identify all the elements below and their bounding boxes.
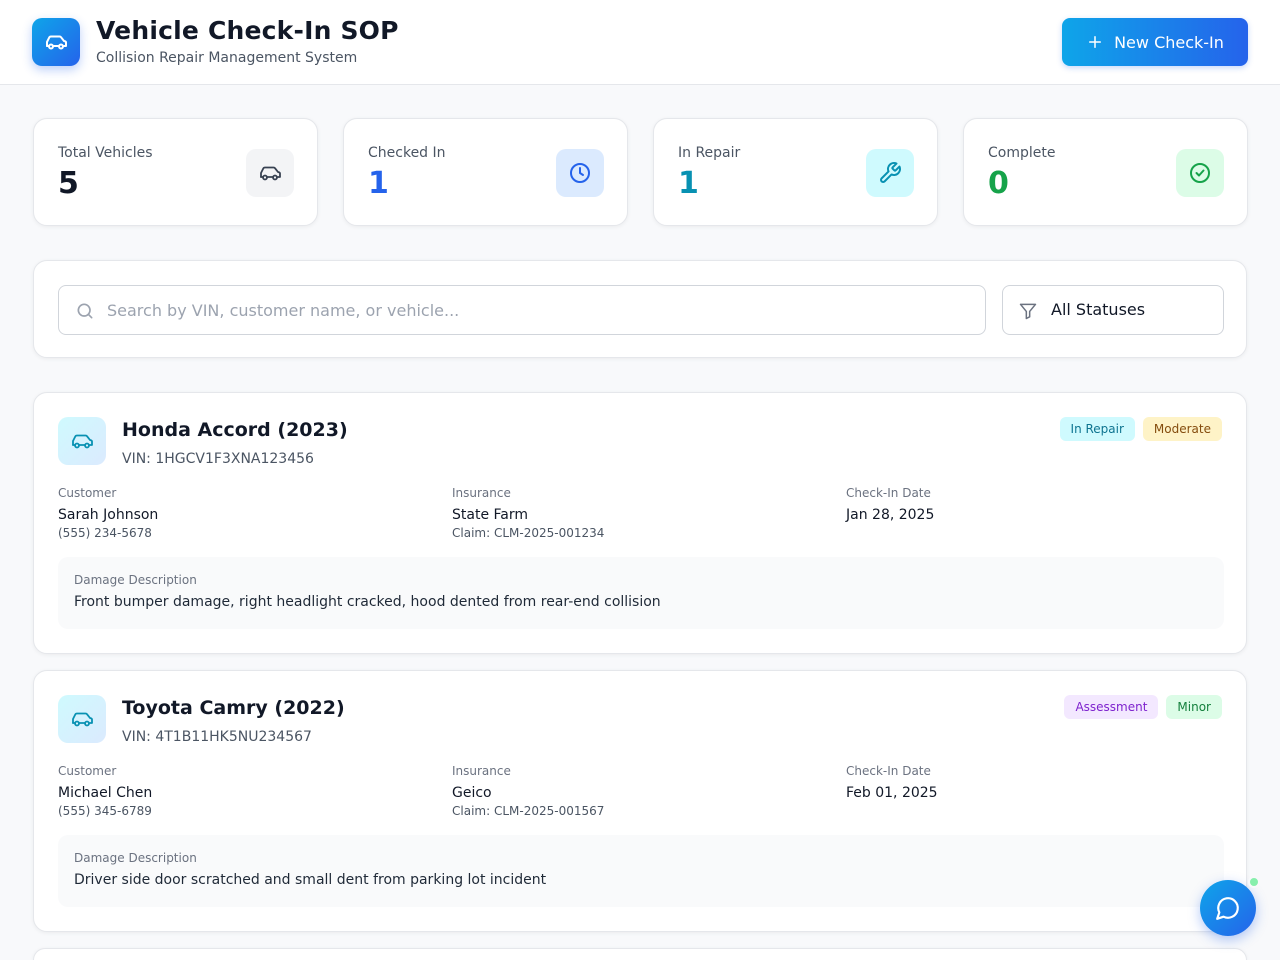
checkin-date-label: Check-In Date bbox=[846, 764, 931, 778]
car-icon bbox=[58, 417, 106, 465]
stat-label: In Repair bbox=[678, 145, 741, 161]
search-input[interactable] bbox=[107, 286, 967, 334]
severity-badge: Minor bbox=[1166, 695, 1222, 719]
checkin-date: Feb 01, 2025 bbox=[846, 785, 938, 801]
search-icon bbox=[77, 303, 93, 319]
vehicle-vin: VIN: 4T1B11HK5NU234567 bbox=[122, 729, 312, 745]
damage-description-box: Damage Description Driver side door scra… bbox=[58, 835, 1224, 907]
chat-button[interactable] bbox=[1200, 880, 1256, 936]
status-filter-select[interactable]: All Statuses bbox=[1002, 285, 1224, 335]
car-icon bbox=[246, 149, 294, 197]
search-panel: All Statuses bbox=[33, 260, 1247, 358]
checkin-date: Jan 28, 2025 bbox=[846, 507, 935, 523]
badge-group: In Repair Moderate bbox=[1059, 417, 1222, 441]
filter-icon bbox=[1019, 303, 1037, 320]
customer-name: Sarah Johnson bbox=[58, 507, 159, 523]
new-check-in-button[interactable]: New Check-In bbox=[1062, 18, 1248, 66]
check-circle-icon bbox=[1176, 149, 1224, 197]
claim-number: Claim: CLM-2025-001234 bbox=[452, 526, 605, 540]
chat-bubble-icon bbox=[1216, 897, 1239, 920]
checkin-date-label: Check-In Date bbox=[846, 486, 931, 500]
insurer-name: State Farm bbox=[452, 507, 529, 523]
stat-card-complete: Complete 0 bbox=[963, 118, 1248, 226]
stat-label: Checked In bbox=[368, 145, 446, 161]
damage-label: Damage Description bbox=[74, 851, 197, 865]
insurance-label: Insurance bbox=[452, 764, 511, 778]
customer-label: Customer bbox=[58, 764, 117, 778]
customer-phone: (555) 234-5678 bbox=[58, 526, 152, 540]
insurance-label: Insurance bbox=[452, 486, 511, 500]
app-header: Vehicle Check-In SOP Collision Repair Ma… bbox=[0, 0, 1280, 85]
customer-phone: (555) 345-6789 bbox=[58, 804, 152, 818]
badge-group: Assessment Minor bbox=[1064, 695, 1222, 719]
status-badge: Assessment bbox=[1064, 695, 1159, 719]
stat-card-in-repair: In Repair 1 bbox=[653, 118, 938, 226]
insurer-name: Geico bbox=[452, 785, 492, 801]
page-title: Vehicle Check-In SOP bbox=[96, 16, 399, 45]
vehicle-card[interactable]: Toyota Camry (2022) VIN: 4T1B11HK5NU2345… bbox=[33, 670, 1247, 932]
stat-value: 1 bbox=[678, 166, 699, 201]
status-badge: In Repair bbox=[1059, 417, 1135, 441]
stat-value: 1 bbox=[368, 166, 389, 201]
search-box[interactable] bbox=[58, 285, 986, 335]
vehicle-title: Honda Accord (2023) bbox=[122, 419, 348, 441]
stat-value: 5 bbox=[58, 166, 79, 201]
customer-name: Michael Chen bbox=[58, 785, 153, 801]
severity-badge: Moderate bbox=[1142, 417, 1222, 441]
new-check-in-label: New Check-In bbox=[1114, 32, 1224, 52]
wrench-icon bbox=[866, 149, 914, 197]
online-status-dot bbox=[1248, 876, 1260, 888]
vehicle-card[interactable]: Honda Accord (2023) VIN: 1HGCV1F3XNA1234… bbox=[33, 392, 1247, 654]
stat-card-checked-in: Checked In 1 bbox=[343, 118, 628, 226]
stat-value: 0 bbox=[988, 166, 1009, 201]
stat-label: Total Vehicles bbox=[58, 145, 153, 161]
car-icon bbox=[58, 695, 106, 743]
vehicle-card-partial[interactable] bbox=[33, 948, 1247, 960]
plus-icon bbox=[1089, 36, 1102, 48]
car-logo-icon bbox=[32, 18, 80, 66]
customer-label: Customer bbox=[58, 486, 117, 500]
damage-description-box: Damage Description Front bumper damage, … bbox=[58, 557, 1224, 629]
damage-text: Driver side door scratched and small den… bbox=[74, 872, 547, 888]
vehicle-title: Toyota Camry (2022) bbox=[122, 697, 345, 719]
claim-number: Claim: CLM-2025-001567 bbox=[452, 804, 605, 818]
stat-card-total-vehicles: Total Vehicles 5 bbox=[33, 118, 318, 226]
vehicle-vin: VIN: 1HGCV1F3XNA123456 bbox=[122, 451, 314, 467]
damage-text: Front bumper damage, right headlight cra… bbox=[74, 594, 661, 610]
stat-label: Complete bbox=[988, 145, 1056, 161]
damage-label: Damage Description bbox=[74, 573, 197, 587]
status-filter-value: All Statuses bbox=[1051, 300, 1146, 319]
page-subtitle: Collision Repair Management System bbox=[96, 50, 358, 66]
clock-icon bbox=[556, 149, 604, 197]
